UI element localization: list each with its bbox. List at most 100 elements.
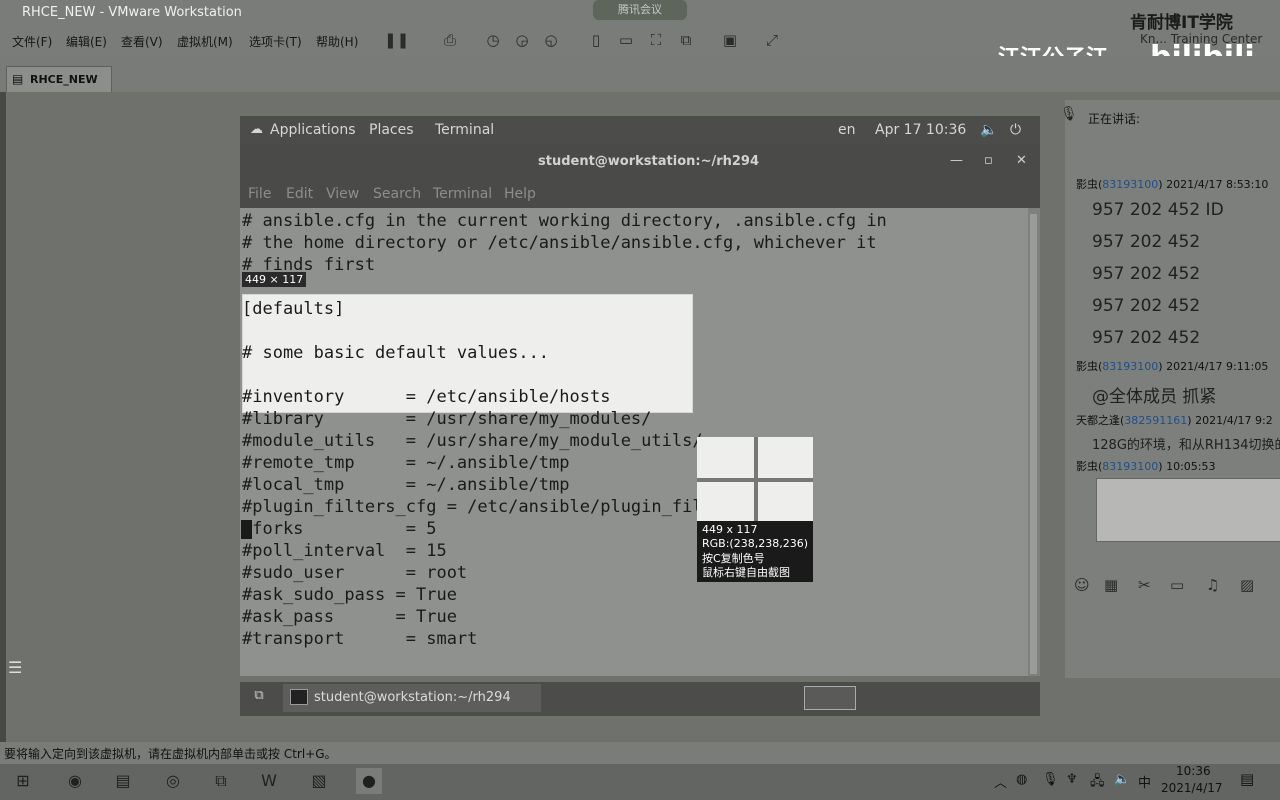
terminal-menu-view[interactable]: View (326, 186, 359, 202)
chat-message: 128G的环境，和从RH134切换的 (1092, 438, 1280, 453)
unity-icon[interactable]: ⧉ (676, 31, 696, 49)
terminal-line: #inventory = /etc/ansible/hosts (242, 387, 611, 407)
gif-icon[interactable]: ▦ (1104, 576, 1118, 594)
terminal-menu-search[interactable]: Search (373, 186, 421, 202)
vm-icon: ▤ (12, 72, 24, 86)
magnifier-free-hint: 鼠标右键自由截图 (702, 566, 790, 579)
edge-icon[interactable]: ◉ (62, 768, 88, 794)
terminal-icon[interactable]: ▣ (720, 31, 740, 49)
close-icon[interactable]: ✕ (1016, 153, 1027, 168)
vmware-icon[interactable]: ⧉ (208, 768, 234, 794)
gnome-clock[interactable]: Apr 17 10:36 (875, 122, 966, 138)
fullscreen-icon[interactable]: ⛶ (646, 31, 666, 49)
tray-usb-icon[interactable]: ♆ (1066, 772, 1078, 787)
menu-edit[interactable]: 编辑(E) (66, 33, 107, 50)
windows-taskbar (0, 764, 1280, 800)
chat-message: 957 202 452 (1092, 296, 1201, 316)
terminal-line: # ansible.cfg in the current working dir… (242, 211, 887, 231)
send-keys-icon[interactable]: ⎙ (440, 31, 460, 49)
tray-mic-icon[interactable]: 🎙 (1042, 772, 1059, 787)
terminal-menu-terminal[interactable]: Terminal (433, 186, 492, 202)
stretch-icon[interactable]: ⤢ (762, 31, 782, 49)
terminal-line: #library = /usr/share/my_modules/ (242, 409, 652, 429)
chat-meta: 天都之逢(382591161) 2021/4/17 9:2 (1076, 414, 1273, 427)
places-menu[interactable]: Places (369, 122, 414, 138)
snapshot-revert-icon[interactable]: ◶ (512, 31, 532, 49)
menu-file[interactable]: 文件(F) (12, 33, 52, 50)
photo-icon[interactable]: ▧ (306, 768, 332, 794)
terminal-line: #transport = smart (242, 629, 478, 649)
terminal-line: #poll_interval = 15 (242, 541, 447, 561)
pause-icon[interactable]: ❚❚ (384, 31, 409, 49)
maximize-icon[interactable]: ▫ (984, 153, 993, 168)
terminal-menu-edit[interactable]: Edit (286, 186, 313, 202)
terminal-line: # some basic default values... (242, 343, 550, 363)
crosshair-vertical (754, 437, 758, 521)
applications-menu[interactable]: Applications (270, 122, 356, 138)
tray-app-icon[interactable]: ◍ (1016, 772, 1027, 787)
minimize-icon[interactable]: — (950, 153, 963, 168)
scrollbar-thumb[interactable] (1030, 214, 1037, 674)
terminal-line: #local_tmp = ~/.ansible/tmp (242, 475, 570, 495)
menu-tabs[interactable]: 选项卡(T) (249, 33, 302, 50)
terminal-line: #module_utils = /usr/share/my_module_uti… (242, 431, 703, 451)
terminal-line: #remote_tmp = ~/.ansible/tmp (242, 453, 570, 473)
chat-message: 957 202 452 (1092, 232, 1201, 252)
sidebar-toggle-icon[interactable]: ▯ (586, 31, 606, 49)
taskbar-terminal-label: student@workstation:~/rh294 (314, 690, 511, 705)
menu-help[interactable]: 帮助(H) (316, 33, 358, 50)
tray-chevron-icon[interactable]: ︿ (994, 772, 1007, 791)
image-icon[interactable]: ▨ (1240, 576, 1254, 594)
list-icon[interactable]: ☰ (8, 658, 22, 677)
windows-start-icon[interactable]: ⊞ (10, 768, 36, 794)
snapshot-icon[interactable]: ◷ (483, 31, 503, 49)
menu-view[interactable]: 查看(V) (121, 33, 163, 50)
terminal-menu-help[interactable]: Help (504, 186, 536, 202)
chat-image-thumbnail[interactable] (1096, 478, 1280, 542)
meeting-badge[interactable]: 腾讯会议 (593, 0, 687, 20)
terminal-line: #sudo_user = root (242, 563, 468, 583)
vm-tab-label: RHCE_NEW (30, 73, 98, 86)
chat-message: 957 202 452 (1092, 328, 1201, 348)
chat-message: 957 202 452 (1092, 264, 1201, 284)
clock-time[interactable]: 10:36 (1176, 764, 1211, 778)
recorder-icon[interactable]: ● (356, 768, 382, 794)
magnifier-size: 449 x 117 (702, 523, 758, 536)
emoji-icon[interactable]: ☺ (1074, 576, 1090, 594)
terminal-app-menu[interactable]: Terminal (435, 122, 494, 138)
school-watermark: 肯耐博IT学院 (1130, 13, 1233, 33)
applications-icon: ☁ (250, 122, 263, 137)
music-icon[interactable]: ♫ (1206, 576, 1219, 594)
console-view-icon[interactable]: ▭ (616, 31, 636, 49)
scissors-icon[interactable]: ✂ (1138, 576, 1151, 594)
terminal-menu-file[interactable]: File (248, 186, 271, 202)
tray-network-icon[interactable]: 🖧 (1090, 772, 1105, 794)
clock-date[interactable]: 2021/4/17 (1161, 781, 1223, 795)
notification-icon[interactable]: ▤ (1240, 770, 1254, 788)
chat-meta: 影虫(83193100) 10:05:53 (1076, 460, 1216, 473)
chat-message: 957 202 452 ID (1092, 200, 1224, 220)
folder-icon[interactable]: ▭ (1170, 576, 1184, 594)
tray-volume-icon[interactable]: 🔈 (1114, 772, 1130, 787)
terminal-line: #ask_pass = True (242, 607, 457, 627)
vmware-tabbar (0, 56, 1280, 92)
magnifier-rgb: RGB:(238,238,236) (702, 537, 808, 550)
show-desktop-icon[interactable]: ⧉ (249, 688, 269, 708)
menu-vm[interactable]: 虚拟机(M) (177, 33, 233, 50)
ime-indicator[interactable]: 中 (1138, 772, 1151, 791)
power-icon[interactable]: ⏻ (1010, 122, 1021, 138)
terminal-small-icon (290, 689, 308, 705)
chat-meta: 影虫(83193100) 2021/4/17 8:53:10 (1076, 178, 1269, 191)
snapshot-manager-icon[interactable]: ◵ (541, 31, 561, 49)
window-title: RHCE_NEW - VMware Workstation (22, 5, 242, 20)
speaking-label: 正在讲话: (1088, 112, 1141, 126)
terminal-line: #ask_sudo_pass = True (242, 585, 457, 605)
word-icon[interactable]: W (256, 768, 282, 794)
volume-icon[interactable]: 🔈 (980, 122, 997, 138)
chat-message: @全体成员 抓紧 (1092, 387, 1217, 407)
workspace-switcher[interactable] (804, 686, 856, 710)
app-icon[interactable]: ◎ (160, 768, 186, 794)
terminal-line: # finds first (242, 255, 376, 275)
language-indicator[interactable]: en (838, 122, 856, 138)
explorer-icon[interactable]: ▤ (110, 768, 136, 794)
